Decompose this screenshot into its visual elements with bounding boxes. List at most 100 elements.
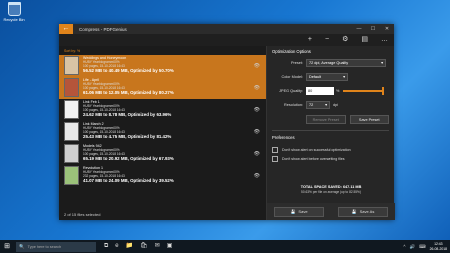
preview-eye-icon[interactable]: 👁 bbox=[254, 151, 260, 157]
file-thumbnail bbox=[64, 100, 79, 119]
keyboard-icon[interactable]: ⌨ bbox=[419, 244, 426, 250]
color-model-label: Color Model: bbox=[281, 75, 303, 79]
preview-eye-icon[interactable]: 👁 bbox=[254, 63, 260, 69]
task-view-icon[interactable]: ⧉ bbox=[104, 240, 108, 253]
close-button[interactable]: ✕ bbox=[380, 24, 394, 34]
maximize-button[interactable]: ☐ bbox=[366, 24, 380, 34]
average-saved: 50.63% per file on average (up to 82.55%… bbox=[301, 190, 361, 194]
file-panel: Sort by: % Weddings and Honeymoon HUBY Ye… bbox=[59, 46, 266, 220]
file-list-item[interactable]: Weddings and Honeymoon HUBY Yearblogramm0… bbox=[59, 55, 266, 77]
checkbox[interactable] bbox=[272, 146, 278, 153]
app-window: ← Compress - PDFGenius — ☐ ✕ + − ⚙ ▤ … S… bbox=[59, 24, 395, 220]
pref-overwrite-alert[interactable]: Don't show alert before overwriting file… bbox=[272, 154, 389, 163]
settings-icon[interactable]: ⚙ bbox=[342, 34, 348, 46]
preview-eye-icon[interactable]: 👁 bbox=[254, 85, 260, 91]
chevron-down-icon: ▾ bbox=[381, 61, 383, 65]
file-list-item[interactable]: Link Feb 1 HUBY Yearblogramm00% 100 pages,… bbox=[59, 99, 266, 121]
preset-label: Preset: bbox=[290, 61, 303, 65]
preview-eye-icon[interactable]: 👁 bbox=[254, 107, 260, 113]
file-info: Link Feb 1 HUBY Yearblogramm00% 100 pages,… bbox=[83, 100, 171, 120]
file-list-item[interactable]: Link March 2 HUBY Yearblogramm00% 100 page… bbox=[59, 121, 266, 143]
preview-eye-icon[interactable]: 👁 bbox=[254, 173, 260, 179]
title-bar: ← Compress - PDFGenius — ☐ ✕ bbox=[59, 24, 394, 34]
preset-select[interactable]: 72 dpi, Average Quality ▾ bbox=[306, 59, 386, 67]
file-size-result: 24.62 MB to 8.78 MB, Optimized by 63.96% bbox=[83, 112, 172, 117]
mail-icon[interactable]: ✉ bbox=[155, 240, 160, 253]
save-as-button[interactable]: 💾 Save As bbox=[338, 206, 388, 217]
add-icon[interactable]: + bbox=[308, 34, 312, 46]
pdfgenius-icon[interactable]: ▣ bbox=[166, 240, 173, 253]
toolbar: + − ⚙ ▤ … bbox=[59, 34, 394, 46]
edge-icon[interactable]: e bbox=[115, 240, 118, 253]
save-as-icon: 💾 bbox=[351, 209, 357, 214]
file-size-result: 65.19 MB to 20.92 MB, Optimized by 67.93… bbox=[83, 156, 174, 161]
taskbar-apps: ⧉ e 📁 🛍 ✉ ▣ bbox=[104, 240, 173, 253]
chevron-down-icon: ▾ bbox=[325, 103, 327, 107]
file-thumbnail bbox=[64, 56, 79, 75]
checkbox[interactable] bbox=[272, 155, 278, 162]
volume-icon[interactable]: 🔊 bbox=[410, 244, 416, 250]
file-thumbnail bbox=[64, 78, 79, 97]
total-summary: TOTAL SPACE SAVED: 647.11 MB 50.63% per … bbox=[267, 185, 395, 194]
pref-success-alert-label: Don't show alert on successful optimizat… bbox=[282, 147, 351, 152]
slider-thumb[interactable] bbox=[382, 87, 385, 95]
preview-eye-icon[interactable]: 👁 bbox=[254, 129, 260, 135]
file-info: Weddings and Honeymoon HUBY Yearblogramm0… bbox=[83, 56, 174, 76]
file-list: Weddings and Honeymoon HUBY Yearblogramm0… bbox=[59, 55, 266, 187]
file-info: Life - April HUBY Yearblogramm00% 100 page… bbox=[83, 78, 174, 98]
minimize-button[interactable]: — bbox=[352, 24, 366, 34]
file-info: Models 942 HUBY Yearblogramm00% 100 pages,… bbox=[83, 144, 174, 164]
store-icon[interactable]: 🛍 bbox=[140, 240, 148, 253]
color-model-select[interactable]: Default ▾ bbox=[306, 73, 348, 81]
back-button[interactable]: ← bbox=[59, 24, 73, 34]
file-thumbnail bbox=[64, 144, 79, 163]
file-info: Revolution 1 HUBY Yearblogramm00% 232 page… bbox=[83, 166, 174, 186]
pref-overwrite-alert-label: Don't show alert before overwriting file… bbox=[282, 156, 345, 161]
jpeg-quality-label: JPEG Quality: bbox=[279, 89, 303, 93]
resolution-label: Resolution: bbox=[284, 103, 303, 107]
file-size-result: 25.43 MB to 4.75 MB, Optimized by 81.42% bbox=[83, 134, 172, 139]
save-preset-button[interactable]: Save Preset bbox=[349, 115, 389, 124]
sort-by-label[interactable]: Sort by: % bbox=[59, 46, 266, 55]
save-all-icon[interactable]: ▤ bbox=[361, 34, 368, 46]
save-as-label: Save As bbox=[359, 209, 375, 214]
clock[interactable]: 12:43 26-08-2018 bbox=[430, 242, 447, 251]
file-size-result: 41.07 MB to 24.09 MB, Optimized by 39.52… bbox=[83, 178, 174, 183]
jpeg-quality-unit: % bbox=[336, 89, 340, 93]
file-list-item[interactable]: Revolution 1 HUBY Yearblogramm00% 232 page… bbox=[59, 165, 266, 187]
save-button[interactable]: 💾 Save bbox=[274, 206, 324, 217]
resolution-select[interactable]: 72 ▾ bbox=[306, 101, 330, 109]
remove-icon[interactable]: − bbox=[325, 34, 329, 46]
system-tray: ^ 🔊 ⌨ 12:43 26-08-2018 bbox=[403, 242, 450, 251]
preset-value: 72 dpi, Average Quality bbox=[309, 61, 349, 65]
file-list-item[interactable]: Models 942 HUBY Yearblogramm00% 100 pages,… bbox=[59, 143, 266, 165]
file-thumbnail bbox=[64, 122, 79, 141]
chevron-down-icon: ▾ bbox=[343, 75, 345, 79]
file-explorer-icon[interactable]: 📁 bbox=[126, 240, 133, 253]
save-bar: 💾 Save 💾 Save As bbox=[267, 203, 395, 220]
jpeg-quality-slider[interactable] bbox=[343, 87, 385, 95]
options-title: Optimization Options bbox=[272, 49, 311, 54]
jpeg-quality-input[interactable]: 80 bbox=[306, 87, 334, 95]
remove-preset-button[interactable]: Remove Preset bbox=[306, 115, 346, 124]
resolution-value: 72 bbox=[309, 103, 314, 107]
options-panel: Optimization Options Preset: 72 dpi, Ave… bbox=[266, 46, 395, 220]
file-size-result: 61.06 MB to 12.05 MB, Optimized by 80.27… bbox=[83, 90, 174, 95]
file-list-item[interactable]: Life - April HUBY Yearblogramm00% 100 page… bbox=[59, 77, 266, 99]
recycle-bin-icon bbox=[7, 2, 21, 16]
more-icon[interactable]: … bbox=[381, 34, 388, 46]
start-button[interactable]: ⊞ bbox=[0, 240, 14, 253]
clock-date: 26-08-2018 bbox=[429, 246, 447, 251]
resolution-unit: dpi bbox=[333, 103, 339, 107]
pref-success-alert[interactable]: Don't show alert on successful optimizat… bbox=[272, 145, 389, 154]
taskbar-search[interactable]: 🔍 Type here to search bbox=[16, 241, 96, 252]
divider bbox=[272, 130, 389, 131]
tray-expand-icon[interactable]: ^ bbox=[403, 244, 405, 249]
recycle-bin[interactable]: Recycle Bin bbox=[3, 2, 25, 22]
search-icon: 🔍 bbox=[19, 243, 25, 249]
file-size-result: 56.52 MB to 40.49 MB, Optimized by 50.70… bbox=[83, 68, 174, 73]
window-title: Compress - PDFGenius bbox=[79, 26, 127, 32]
preferences-title: Preferences bbox=[272, 135, 295, 140]
save-icon: 💾 bbox=[290, 209, 296, 214]
search-placeholder: Type here to search bbox=[27, 244, 62, 249]
